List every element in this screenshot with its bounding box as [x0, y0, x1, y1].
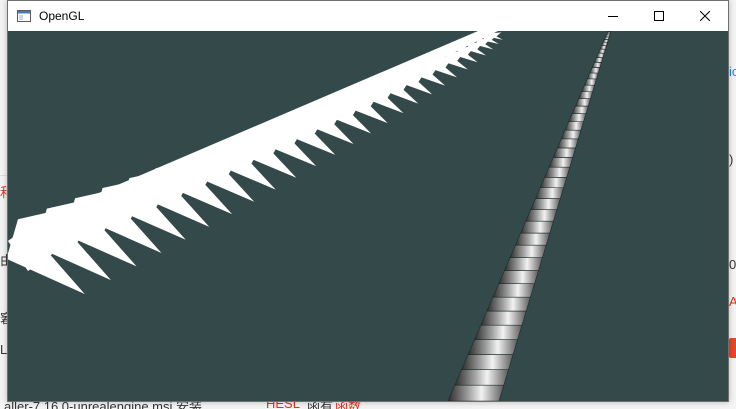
stair-step	[548, 157, 574, 168]
stair-step	[552, 147, 576, 158]
stair-step	[593, 57, 604, 63]
stair-step	[509, 244, 547, 259]
screen: 和 由 窘 L io ) 0 AP aller-7.16.0-unrealeng…	[0, 0, 736, 409]
stair-step	[454, 369, 509, 386]
app-window-icon	[17, 9, 31, 23]
close-button[interactable]	[682, 1, 728, 31]
ribbon-band	[8, 31, 498, 271]
stair-step	[597, 48, 606, 54]
minimize-icon	[608, 16, 618, 17]
background-text-right-3: 0	[729, 257, 736, 272]
stair-step	[498, 270, 539, 285]
stair-step	[584, 78, 597, 86]
stair-step	[525, 209, 558, 222]
stair-step	[486, 296, 531, 312]
white-zigzag-ribbon	[8, 31, 503, 294]
maximize-button[interactable]	[636, 1, 682, 31]
close-icon	[700, 11, 710, 21]
stair-step	[560, 129, 582, 140]
background-text-right-2: )	[729, 152, 734, 167]
opengl-window[interactable]: OpenGL	[7, 0, 729, 402]
stair-step	[480, 310, 527, 326]
stair-step	[586, 72, 599, 80]
stair-step	[447, 384, 505, 401]
stair-step	[514, 232, 551, 246]
minimize-button[interactable]	[590, 1, 636, 31]
stair-step	[599, 45, 608, 50]
stair-step	[503, 257, 543, 271]
stair-step	[581, 84, 596, 93]
rendered-scene	[8, 31, 612, 401]
stair-step	[535, 187, 564, 199]
title-bar[interactable]: OpenGL	[8, 1, 728, 31]
stair-step	[564, 121, 584, 131]
stair-step	[568, 113, 587, 123]
stair-step	[601, 41, 608, 46]
stair-step	[575, 98, 591, 107]
stair-step	[603, 36, 610, 40]
stair-step	[589, 67, 601, 74]
stair-step	[556, 138, 579, 149]
stair-step	[520, 220, 554, 234]
window-title: OpenGL	[39, 9, 85, 23]
stair-step	[492, 283, 535, 298]
gradient-stair-strip	[447, 31, 612, 401]
stair-step	[602, 39, 609, 43]
stair-step	[571, 105, 589, 115]
background-text-right-4: AP	[729, 294, 736, 309]
stair-step	[467, 339, 518, 355]
stair-step	[544, 166, 571, 178]
stair-step	[461, 354, 514, 371]
maximize-icon	[654, 11, 664, 21]
stair-step	[596, 52, 605, 58]
stair-step	[474, 324, 523, 341]
stair-step	[591, 62, 602, 68]
stair-step	[530, 198, 561, 211]
stair-step	[539, 176, 568, 189]
background-text-right-1: io	[729, 64, 736, 79]
stair-step	[578, 91, 594, 100]
opengl-viewport[interactable]	[8, 31, 728, 401]
stair-step	[604, 34, 611, 38]
background-orange-button	[729, 338, 736, 358]
